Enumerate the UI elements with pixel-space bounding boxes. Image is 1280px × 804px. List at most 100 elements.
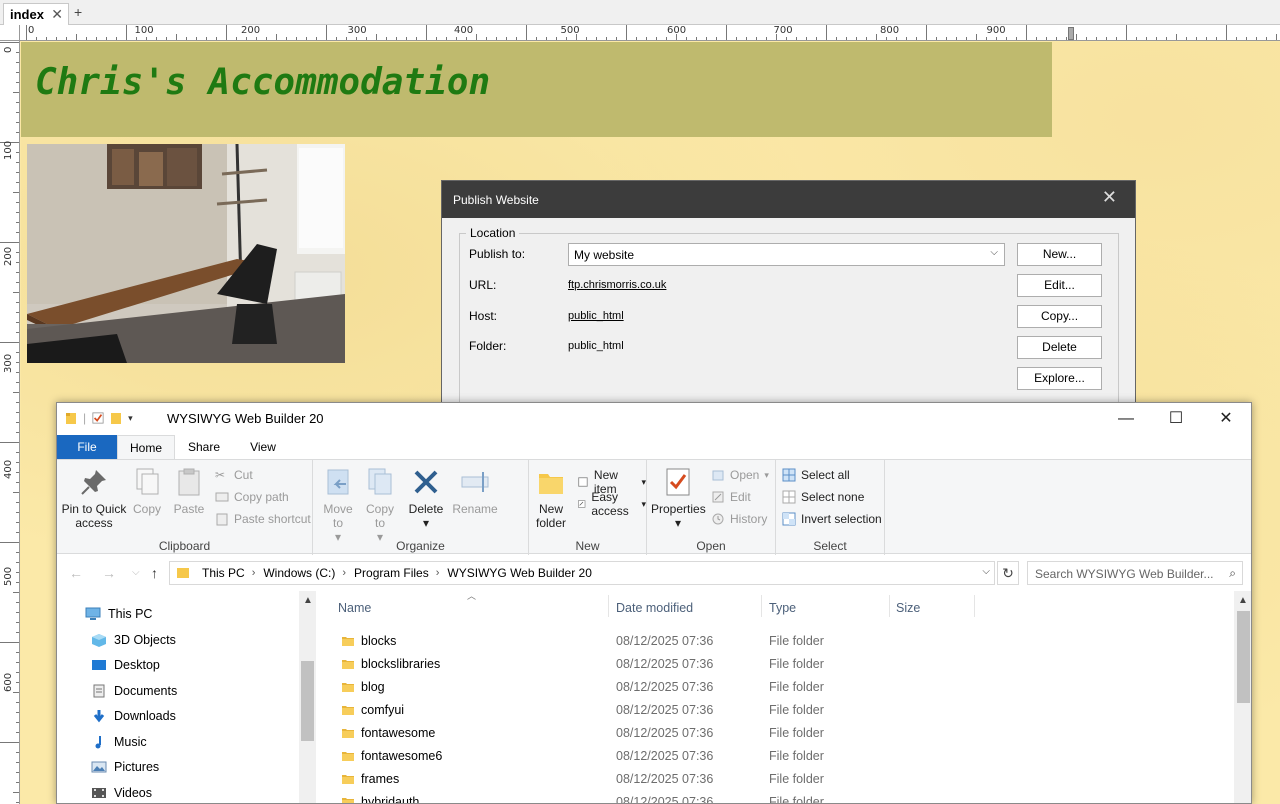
tab-file[interactable]: File — [57, 435, 117, 459]
nav-downloads[interactable]: Downloads — [91, 709, 176, 723]
explorer-titlebar[interactable]: | ▾ WYSIWYG Web Builder 20 — ☐ ✕ — [57, 403, 1251, 435]
tab-share[interactable]: Share — [181, 435, 227, 459]
file-row[interactable]: frames 08/12/2025 07:36 File folder — [317, 768, 1232, 791]
new-folder-icon[interactable] — [110, 411, 122, 425]
minimize-icon[interactable]: — — [1103, 407, 1149, 431]
nav-videos[interactable]: Videos — [91, 786, 152, 800]
host-value[interactable]: public_html — [568, 310, 624, 322]
search-input[interactable]: Search WYSIWYG Web Builder... ⌕ — [1027, 561, 1243, 585]
scroll-up-icon[interactable]: ▲ — [303, 595, 313, 606]
edit-button[interactable]: Edit... — [1017, 274, 1102, 297]
select-all-button[interactable]: Select all — [782, 468, 850, 482]
horizontal-ruler[interactable]: 0 100 200 300 400 500 600 700 800 900 — [20, 25, 1280, 41]
site-header[interactable]: Chris's Accommodation — [21, 42, 1052, 137]
paste-button[interactable]: Paste — [169, 466, 209, 516]
column-divider[interactable] — [889, 595, 890, 617]
edit-ribbon-button[interactable]: Edit — [711, 490, 751, 504]
maximize-icon[interactable]: ☐ — [1153, 407, 1199, 431]
breadcrumb-chevron-icon[interactable]: › — [252, 567, 256, 579]
breadcrumb-wysiwyg[interactable]: WYSIWYG Web Builder 20 — [447, 566, 592, 580]
refresh-icon[interactable]: ↻ — [997, 561, 1019, 585]
nav-3d-objects[interactable]: 3D Objects — [91, 633, 176, 647]
history-button[interactable]: History — [711, 512, 767, 526]
paste-shortcut-button[interactable]: Paste shortcut — [215, 512, 311, 526]
rename-button[interactable]: Rename — [451, 466, 499, 516]
breadcrumb-this-pc[interactable]: This PC — [202, 566, 245, 580]
room-photo[interactable] — [27, 144, 345, 363]
breadcrumb-chevron-icon[interactable]: › — [342, 567, 346, 579]
properties-button[interactable]: Properties ▾ — [651, 466, 706, 530]
file-scroll-thumb[interactable] — [1237, 611, 1250, 703]
easy-access-button[interactable]: Easy access ▾ — [577, 490, 646, 518]
customize-chevron-icon[interactable]: ▾ — [128, 413, 133, 424]
new-folder-button[interactable]: New folder — [533, 466, 569, 530]
nav-music[interactable]: Music — [91, 735, 147, 749]
ruler-width-handle[interactable] — [1068, 27, 1074, 40]
file-list-scrollbar[interactable]: ▲ — [1234, 591, 1251, 803]
file-row[interactable]: blockslibraries 08/12/2025 07:36 File fold… — [317, 653, 1232, 676]
tab-view[interactable]: View — [239, 435, 287, 459]
breadcrumb-chevron-icon[interactable]: › — [436, 567, 440, 579]
delete-button[interactable]: Delete — [1017, 336, 1102, 359]
column-divider[interactable] — [608, 595, 609, 617]
file-row[interactable]: comfyui 08/12/2025 07:36 File folder — [317, 699, 1232, 722]
site-title[interactable]: Chris's Accommodation — [35, 62, 490, 103]
pin-to-quick-access-button[interactable]: Pin to Quick access — [61, 466, 127, 530]
file-type: File folder — [769, 703, 824, 717]
back-arrow-icon[interactable]: ← — [69, 565, 83, 581]
copy-to-button[interactable]: Copy to ▾ — [361, 466, 399, 544]
cut-button[interactable]: ✂ Cut — [215, 468, 253, 482]
scroll-up-icon[interactable]: ▲ — [1238, 595, 1248, 606]
nav-pictures[interactable]: Pictures — [91, 760, 159, 774]
file-row[interactable]: hybridauth 08/12/2025 07:36 File folder — [317, 791, 1232, 803]
forward-arrow-icon[interactable]: → — [102, 565, 116, 581]
breadcrumb-program-files[interactable]: Program Files — [354, 566, 429, 580]
move-to-button[interactable]: Move to ▾ — [319, 466, 357, 544]
file-row[interactable]: blog 08/12/2025 07:36 File folder — [317, 676, 1232, 699]
column-header-type[interactable]: Type — [769, 601, 796, 615]
tab-close-icon[interactable]: ✕ — [51, 6, 63, 23]
copy-icon — [136, 468, 159, 495]
properties-check-icon[interactable] — [92, 411, 104, 425]
tab-index[interactable]: index ✕ — [3, 3, 69, 25]
column-divider[interactable] — [761, 595, 762, 617]
delete-ribbon-button[interactable]: Delete ▾ — [405, 466, 447, 530]
address-dropdown-chevron-icon[interactable]: ⌵ — [982, 566, 990, 577]
copy-ribbon-button[interactable]: Copy — [127, 466, 167, 516]
ruler-tick — [16, 662, 19, 663]
ruler-tick — [16, 602, 19, 603]
close-window-icon[interactable]: ✕ — [1203, 407, 1249, 431]
file-row[interactable]: fontawesome 08/12/2025 07:36 File folder — [317, 722, 1232, 745]
url-value[interactable]: ftp.chrismorris.co.uk — [568, 279, 666, 291]
ruler-tick — [16, 112, 19, 113]
address-input[interactable]: This PC › Windows (C:) › Program Files › WY… — [169, 561, 995, 585]
select-none-button[interactable]: Select none — [782, 490, 864, 504]
nav-desktop[interactable]: Desktop — [91, 658, 160, 672]
new-button[interactable]: New... — [1017, 243, 1102, 266]
publish-to-select[interactable]: My website ⌵ — [568, 243, 1005, 266]
explore-button[interactable]: Explore... — [1017, 367, 1102, 390]
nav-scrollbar[interactable]: ▲ — [299, 591, 316, 803]
open-button[interactable]: Open ▾ — [711, 468, 769, 482]
tab-home[interactable]: Home — [117, 435, 175, 459]
nav-documents[interactable]: Documents — [91, 684, 177, 698]
invert-selection-button[interactable]: Invert selection — [782, 512, 882, 526]
file-row[interactable]: fontawesome6 08/12/2025 07:36 File folder — [317, 745, 1232, 768]
vertical-ruler[interactable]: 0 100 200 300 400 500 600 — [0, 41, 20, 804]
up-arrow-icon[interactable]: ↑ — [151, 565, 158, 581]
file-row[interactable]: blocks 08/12/2025 07:36 File folder — [317, 630, 1232, 653]
nav-this-pc[interactable]: This PC — [85, 607, 152, 621]
column-header-name[interactable]: Name — [338, 601, 371, 615]
nav-scroll-thumb[interactable] — [301, 661, 314, 741]
ruler-tick — [16, 752, 19, 753]
copy-path-button[interactable]: Copy path — [215, 490, 289, 504]
column-divider[interactable] — [974, 595, 975, 617]
copy-button[interactable]: Copy... — [1017, 305, 1102, 328]
breadcrumb-windows-c[interactable]: Windows (C:) — [263, 566, 335, 580]
column-header-size[interactable]: Size — [896, 601, 920, 615]
recent-locations-chevron-icon[interactable]: ⌵ — [132, 567, 140, 578]
column-header-date[interactable]: Date modified — [616, 601, 693, 615]
close-icon[interactable]: ✕ — [1102, 187, 1117, 208]
dialog-titlebar[interactable]: Publish Website ✕ — [442, 181, 1135, 218]
add-tab-button[interactable]: + — [74, 4, 82, 20]
